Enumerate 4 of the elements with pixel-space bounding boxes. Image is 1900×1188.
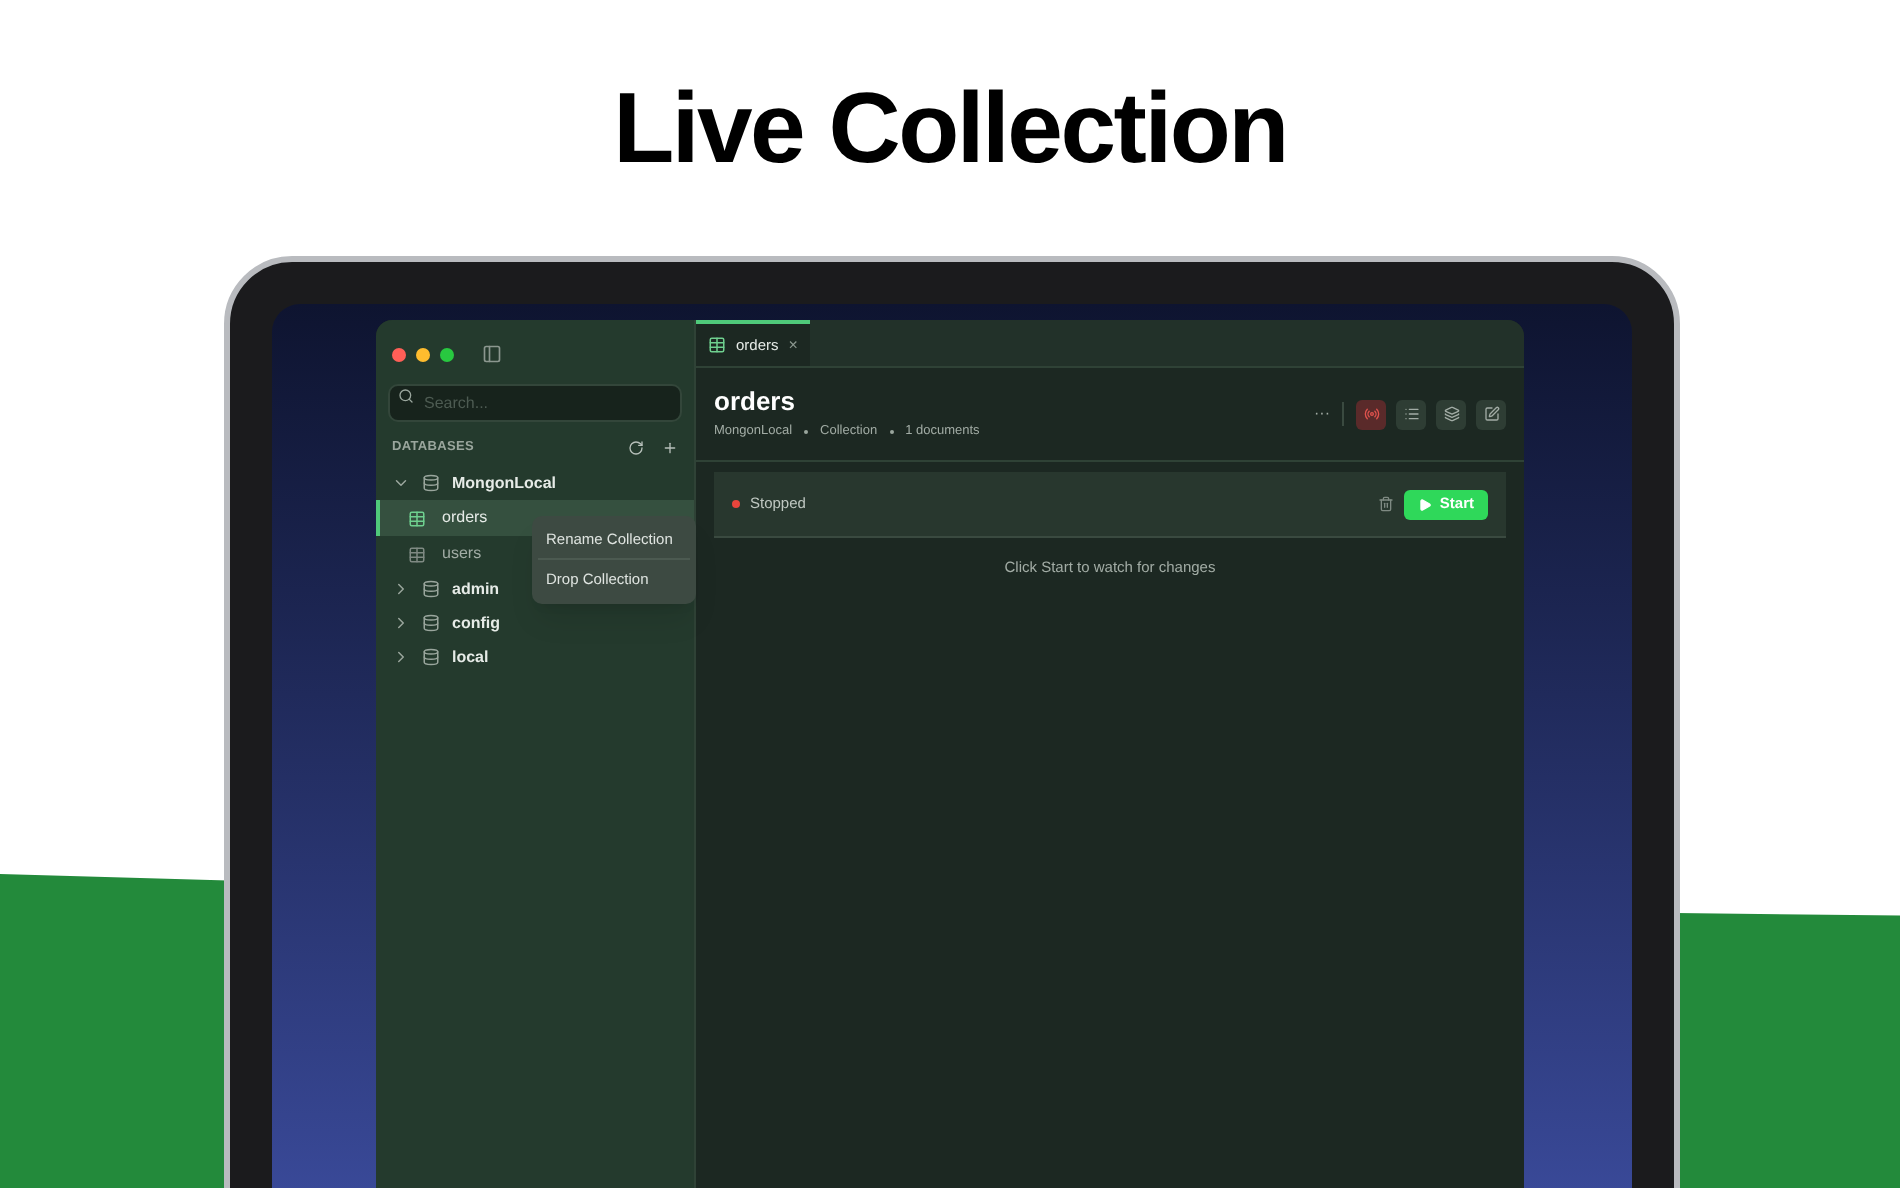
collection-name: users <box>442 542 482 566</box>
headline: Live Collection <box>613 70 1287 188</box>
collection-title: orders <box>714 386 797 419</box>
collection-name: orders <box>442 506 488 530</box>
